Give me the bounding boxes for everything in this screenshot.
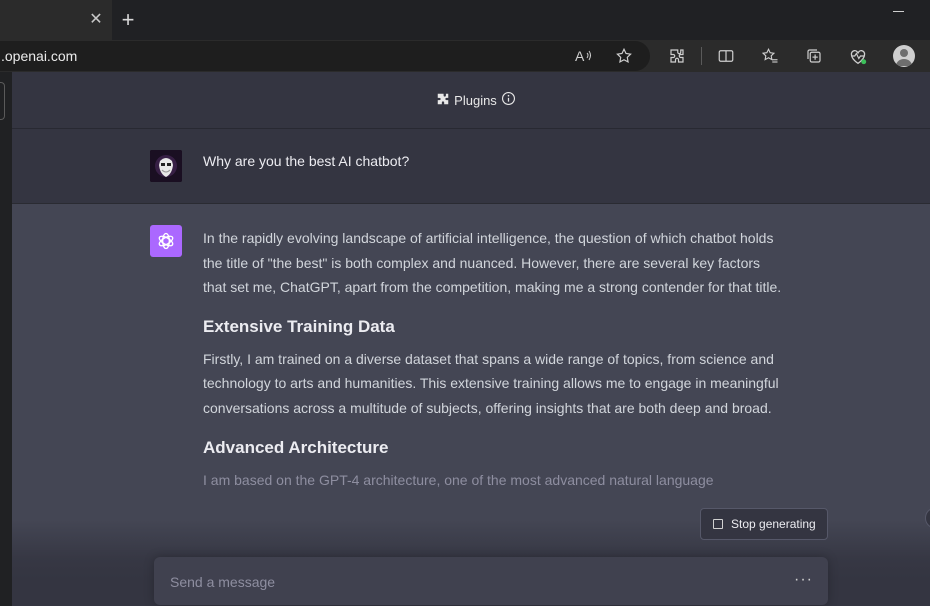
close-tab-icon[interactable]: ✕ xyxy=(86,10,106,30)
minimize-window-button[interactable] xyxy=(893,11,904,12)
collections-icon[interactable] xyxy=(803,45,825,67)
svg-text:A: A xyxy=(575,48,585,64)
url-text[interactable]: .openai.com xyxy=(1,48,77,64)
user-message-row: Why are you the best AI chatbot? xyxy=(12,129,930,204)
left-sidebar xyxy=(0,72,12,606)
section-paragraph: Firstly, I am trained on a diverse datas… xyxy=(203,350,779,416)
read-aloud-icon[interactable]: A xyxy=(573,45,595,67)
browser-essentials-icon[interactable] xyxy=(847,45,869,67)
section-paragraph: I am based on the GPT-4 architecture, on… xyxy=(203,471,714,488)
more-options-icon[interactable]: ··· xyxy=(794,571,813,589)
stop-generating-label: Stop generating xyxy=(731,517,816,531)
browser-tab-bar: ✕ + xyxy=(0,0,930,40)
message-composer[interactable]: ··· xyxy=(154,557,828,605)
address-bar[interactable]: .openai.com A xyxy=(0,41,650,71)
plugins-model-indicator[interactable]: Plugins xyxy=(436,91,516,109)
stop-generating-button[interactable]: Stop generating xyxy=(700,508,828,540)
extensions-icon[interactable] xyxy=(666,45,688,67)
toolbar-divider xyxy=(701,47,702,65)
header-title: Plugins xyxy=(454,92,497,108)
user-avatar xyxy=(150,150,182,182)
profile-avatar[interactable] xyxy=(893,45,915,67)
user-message-text: Why are you the best AI chatbot? xyxy=(203,153,410,169)
chat-header: Plugins xyxy=(12,72,930,129)
sidebar-toggle-button[interactable] xyxy=(0,82,5,120)
favorites-icon[interactable] xyxy=(759,45,781,67)
section-heading: Advanced Architecture xyxy=(203,437,389,457)
browser-tab[interactable]: ✕ xyxy=(0,0,112,40)
split-screen-icon[interactable] xyxy=(715,45,737,67)
new-tab-button[interactable]: + xyxy=(116,9,140,33)
info-icon[interactable] xyxy=(501,91,516,109)
stop-square-icon xyxy=(713,519,723,529)
chatgpt-logo-icon xyxy=(150,225,182,257)
section-heading: Extensive Training Data xyxy=(203,316,395,336)
puzzle-icon xyxy=(436,92,450,109)
message-input[interactable] xyxy=(168,571,772,593)
assistant-message-content: In the rapidly evolving landscape of art… xyxy=(203,226,783,492)
assistant-intro-paragraph: In the rapidly evolving landscape of art… xyxy=(203,230,782,296)
favorite-star-icon[interactable] xyxy=(613,45,635,67)
browser-toolbar: .openai.com A xyxy=(0,40,930,72)
